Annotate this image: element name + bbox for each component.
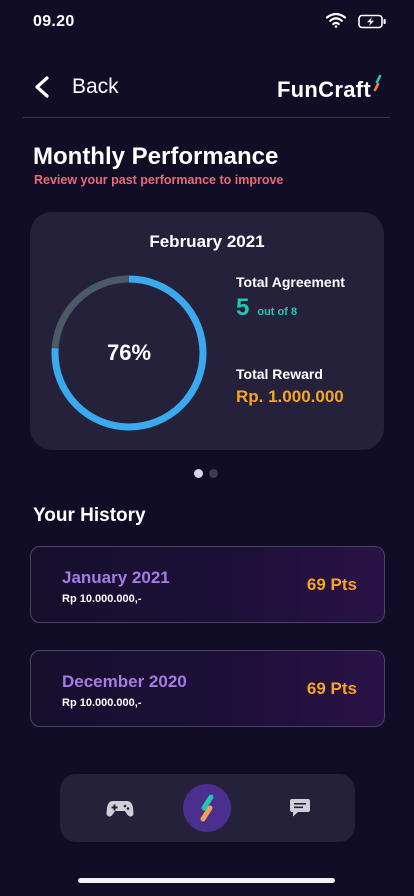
total-agreement-value: 5 out of 8 <box>236 294 297 322</box>
brand-logo: FunCraft <box>277 73 384 103</box>
nav-home-button[interactable] <box>182 774 232 842</box>
history-item[interactable]: December 2020 Rp 10.000.000,- 69 Pts <box>30 650 385 727</box>
performance-card[interactable]: February 2021 76% Total Agreement 5 out … <box>30 212 384 450</box>
status-time: 09.20 <box>33 13 75 30</box>
history-item[interactable]: January 2021 Rp 10.000.000,- 69 Pts <box>30 546 385 623</box>
history-amount: Rp 10.000.000,- <box>62 593 142 605</box>
history-month: December 2020 <box>62 672 187 691</box>
nav-games-button[interactable] <box>100 774 140 842</box>
battery-charging-icon <box>358 14 386 29</box>
performance-month: February 2021 <box>149 232 265 251</box>
header-divider <box>23 117 390 118</box>
pager-dot-1[interactable] <box>194 469 203 478</box>
brand-name: FunCraft <box>276 77 371 102</box>
agreement-count: 5 <box>236 294 250 321</box>
history-points: 69 Pts <box>306 575 357 594</box>
gamepad-icon <box>106 801 134 817</box>
progress-percent: 76% <box>106 340 152 365</box>
carousel-pager <box>194 469 224 478</box>
nav-home-circle <box>183 784 231 832</box>
agreement-total: out of 8 <box>257 306 298 318</box>
total-reward-value: Rp. 1.000.000 <box>236 387 344 406</box>
pager-dot-2[interactable] <box>209 469 218 478</box>
back-label: Back <box>72 75 119 98</box>
page-title: Monthly Performance <box>33 143 279 170</box>
chat-icon <box>290 799 310 817</box>
page-subtitle: Review your past performance to improve <box>34 173 284 187</box>
nav-chat-button[interactable] <box>280 774 320 842</box>
header: Back FunCraft <box>0 60 414 116</box>
funcraft-logo-icon <box>200 794 214 822</box>
monthly-performance-screen: 09.20 Back FunCraft Monthly Performance … <box>0 0 414 896</box>
history-title: Your History <box>33 505 146 526</box>
brand-mark-icon <box>373 74 382 92</box>
status-bar: 09.20 <box>0 0 414 44</box>
wifi-icon <box>326 12 346 28</box>
chevron-left-icon <box>35 76 49 98</box>
back-button[interactable]: Back <box>32 72 119 102</box>
home-indicator <box>78 878 335 883</box>
total-agreement-label: Total Agreement <box>236 274 345 290</box>
total-reward-label: Total Reward <box>236 366 323 382</box>
history-amount: Rp 10.000.000,- <box>62 697 142 709</box>
history-month: January 2021 <box>62 568 170 587</box>
history-points: 69 Pts <box>306 679 357 698</box>
bottom-nav <box>60 774 355 842</box>
